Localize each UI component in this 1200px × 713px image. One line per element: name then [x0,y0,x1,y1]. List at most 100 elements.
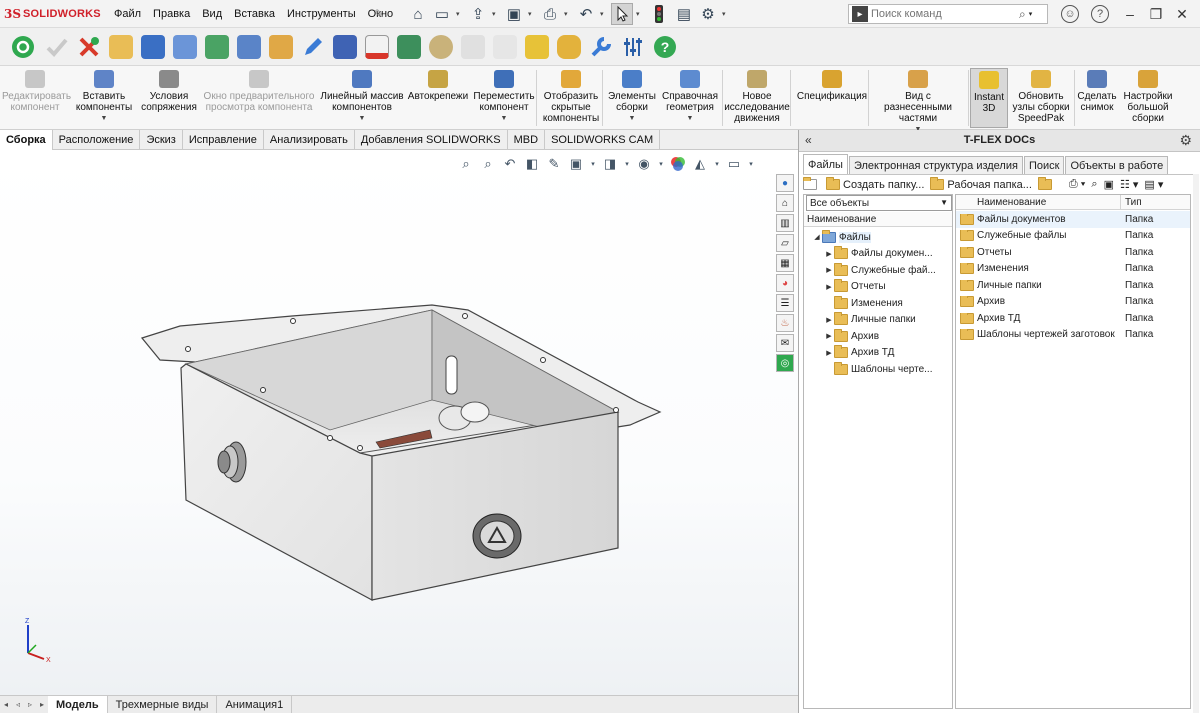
restore-icon[interactable]: ❐ [1146,4,1166,24]
save-to-docs-icon[interactable] [138,32,168,62]
solidworks-forum-icon[interactable]: ♨ [776,314,794,332]
object-filter-select[interactable]: Все объекты ▼ [806,195,952,211]
open-from-docs-icon[interactable] [106,32,136,62]
sync-icon[interactable] [170,32,200,62]
tab-markup[interactable]: Исправление [183,130,264,150]
floppy-icon[interactable] [330,32,360,62]
take-snapshot-button[interactable]: Сделать снимок [1076,68,1118,128]
tree-item[interactable]: ▶ Архив ТД [804,345,952,362]
home-icon[interactable]: ⌂ [408,4,428,24]
tab-mbd[interactable]: MBD [508,130,546,150]
file-properties-icon[interactable]: ▤ [674,4,694,24]
close-icon[interactable]: ✕ [1172,4,1192,24]
list-item[interactable]: Архив ТД Папка [956,310,1190,327]
hide-show-dropdown-icon[interactable]: ▾ [657,156,665,172]
new-motion-study-button[interactable]: Новое исследование движения [724,68,790,128]
menu-file[interactable]: Файл [108,8,147,20]
search-dropdown-icon[interactable]: ▾ [1029,10,1033,18]
tflex-globe-icon[interactable]: ● [776,174,794,192]
list-item[interactable]: Шаблоны чертежей заготовок Папка [956,327,1190,344]
tab-3d-views[interactable]: Трехмерные виды [108,696,218,713]
tree-item[interactable]: Изменения [804,295,952,312]
user-account-icon[interactable]: ☺ [1061,5,1079,23]
undo-icon[interactable]: ↶ [576,4,596,24]
zoom-to-fit-icon[interactable]: ⌕ [457,156,475,172]
options-gear-icon[interactable]: ⚙ [698,4,718,24]
menu-view[interactable]: Вид [196,8,228,20]
tab-files[interactable]: Файлы [803,154,848,174]
tab-search[interactable]: Поиск [1023,156,1065,174]
reference-geometry-button[interactable]: Справочная геометрия ▼ [660,68,720,128]
tree-item[interactable]: ▶ Отчеты [804,279,952,296]
type-column-header[interactable]: Тип [1121,195,1142,209]
cancel-x-icon[interactable] [74,32,104,62]
paint-icon[interactable] [426,32,456,62]
display-style-dropdown-icon[interactable]: ▾ [623,156,631,172]
pencil-icon[interactable] [298,32,328,62]
expand-arrow-icon[interactable]: ▶ [824,266,834,274]
dropdown-arrow-icon[interactable]: ▼ [318,113,406,124]
pin-icon[interactable]: ✎ [374,7,386,21]
mate-button[interactable]: Условия сопряжения [138,68,200,128]
save-icon[interactable]: ▣ [504,4,524,24]
dropdown-arrow-icon[interactable]: ▼ [660,113,720,124]
view-settings-dropdown-icon[interactable]: ▾ [747,156,755,172]
view-mode-icon[interactable]: ☷ ▾ [1120,178,1138,191]
expand-arrow-icon[interactable]: ▶ [824,250,834,258]
view-orientation-icon[interactable]: ▣ [567,156,585,172]
custom-properties-icon[interactable]: ☰ [776,294,794,312]
options-dropdown-icon[interactable]: ▾ [722,10,730,18]
display-style-icon[interactable]: ◨ [601,156,619,172]
update-speedpak-button[interactable]: Обновить узлы сборки SpeedPak [1010,68,1072,128]
tab-model[interactable]: Модель [48,696,108,713]
expand-arrow-icon[interactable]: ▶ [824,332,834,340]
view-settings-monitor-icon[interactable]: ▭ [725,156,743,172]
help-green-icon[interactable]: ? [650,32,680,62]
menu-edit[interactable]: Правка [147,8,196,20]
edit-appearance-icon[interactable] [669,156,687,172]
pdf-icon[interactable] [362,32,392,62]
command-search[interactable]: ▸ ⌕ ▾ [848,4,1048,24]
open-dropdown-icon[interactable]: ▾ [492,10,500,18]
design-library-icon[interactable]: ▥ [776,214,794,232]
instant3d-button[interactable]: Instant 3D [970,68,1008,128]
name-column-header[interactable]: Наименование [956,195,1121,209]
expand-arrow-icon[interactable]: ▶ [824,349,834,357]
first-tab-icon[interactable]: ◂ [0,696,12,713]
dropdown-arrow-icon[interactable]: ▼ [70,113,138,124]
tab-sketch[interactable]: Эскиз [140,130,183,150]
find-icon[interactable]: ⌕ [1091,178,1097,191]
tab-evaluate[interactable]: Анализировать [264,130,355,150]
database-import-icon[interactable] [554,32,584,62]
create-folder-button[interactable]: Создать папку... [826,177,924,191]
home-pane-icon[interactable]: ⌂ [776,194,794,212]
folder-add-icon[interactable] [1037,177,1055,190]
tab-product-structure[interactable]: Электронная структура изделия [848,156,1023,174]
panel-settings-gear-icon[interactable]: ⚙ [1179,132,1192,149]
traffic-light-icon[interactable] [649,4,669,24]
list-item[interactable]: Личные папки Папка [956,277,1190,294]
tab-layout[interactable]: Расположение [53,130,141,150]
help-icon[interactable]: ? [1091,5,1109,23]
expand-arrow-icon[interactable]: ▶ [824,316,834,324]
previous-view-icon[interactable]: ↶ [501,156,519,172]
assembly-features-button[interactable]: Элементы сборки ▼ [604,68,660,128]
tree-item[interactable]: Шаблоны черте... [804,361,952,378]
3d-model-enclosure[interactable] [0,150,798,695]
next-tab-icon[interactable]: ▹ [24,696,36,713]
expand-arrow-icon[interactable]: ▶ [824,283,834,291]
list-item[interactable]: Файлы документов Папка [956,211,1190,228]
tab-animation[interactable]: Анимация1 [217,696,293,713]
list-item[interactable]: Архив Папка [956,294,1190,311]
tab-objects-in-work[interactable]: Объекты в работе [1065,156,1169,174]
preview-icon[interactable]: ▣ [1104,178,1114,191]
bill-of-materials-button[interactable]: Спецификация [792,68,872,128]
print-panel-icon[interactable]: ⎙ ▾ [1069,178,1085,191]
panel-scrollbar[interactable] [1193,174,1199,713]
print-dropdown-icon[interactable]: ▾ [564,10,572,18]
print-icon[interactable]: ⎙ [540,4,560,24]
open-icon[interactable]: ⇪ [468,4,488,24]
tree-column-header[interactable]: Наименование [804,212,952,227]
appearances-icon[interactable]: ◕ [776,274,794,292]
search-scope-icon[interactable]: ▸ [852,6,868,22]
